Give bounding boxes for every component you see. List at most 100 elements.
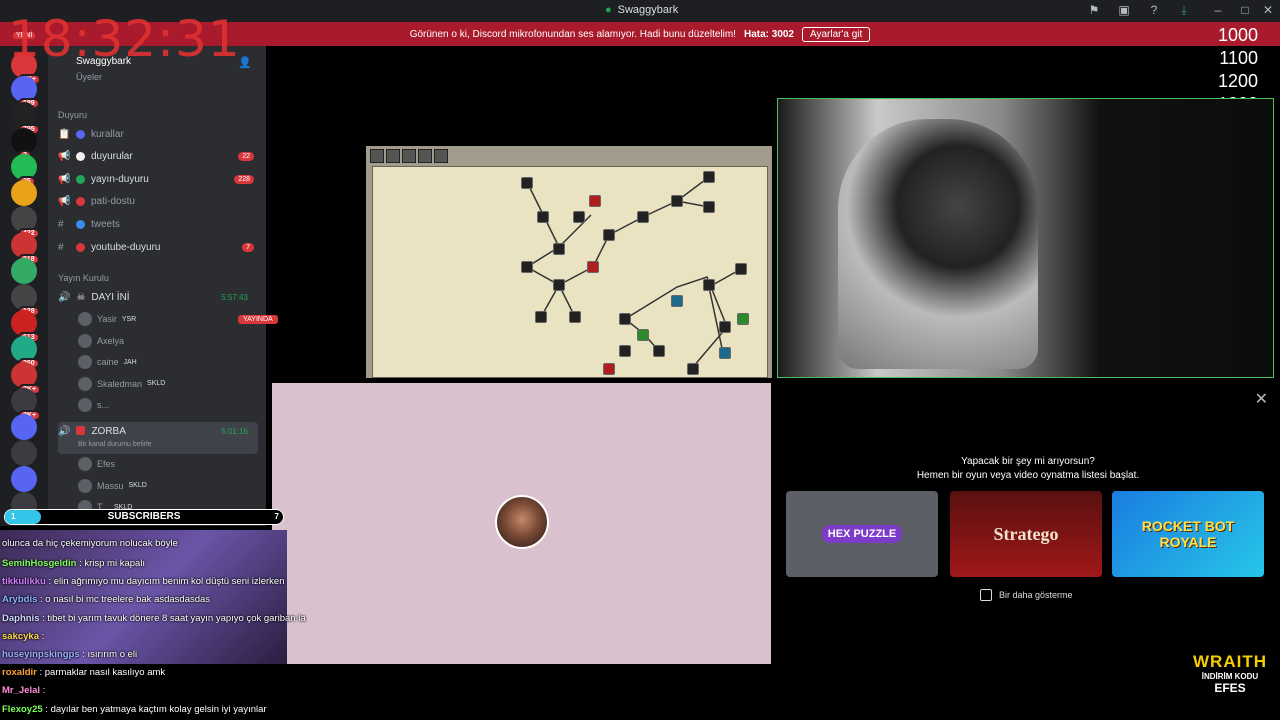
server-icon[interactable]: [11, 258, 37, 284]
user-tag: SKLD: [147, 380, 166, 387]
error-code: Hata: 3002: [743, 28, 794, 40]
flag-icon: [76, 426, 86, 435]
server-icon[interactable]: 818: [11, 232, 40, 265]
channel-name: tweets: [91, 218, 120, 230]
channel-tweets[interactable]: # tweets: [58, 214, 258, 234]
server-icon[interactable]: 689: [11, 76, 40, 109]
channel-yayın-duyuru[interactable]: 📢 yayın-duyuru 228: [58, 169, 258, 189]
chat-message: tikkulikku : elin ağrımıyo mu dayıcım be…: [2, 576, 284, 587]
chat-username: SemihHosgeldin: [2, 558, 77, 569]
participant-avatar[interactable]: [495, 495, 549, 549]
voice-channel-zorba[interactable]: 🔊 ZORBA 5:01:16 Bir kanal durumu belirle: [58, 422, 258, 454]
channel-emoji-icon: [76, 197, 85, 207]
channel-emoji-icon: [76, 242, 85, 252]
voice-user-name: s...: [97, 400, 110, 410]
server-icon[interactable]: [11, 466, 37, 492]
game-card-rocket-bot-royale[interactable]: ROCKET BOT ROYALE: [1112, 491, 1264, 577]
settings-button[interactable]: Ayarlar'a git: [802, 26, 871, 42]
overlay-number: 1100: [1219, 48, 1258, 68]
avatar: [78, 333, 92, 348]
maximize-button[interactable]: □: [1237, 3, 1253, 17]
dont-show-again-checkbox[interactable]: Bir daha gösterme: [980, 589, 1073, 601]
members-link[interactable]: Üyeler: [76, 72, 102, 82]
subscribers-label: SUBSCRIBERS: [107, 511, 181, 522]
server-icon[interactable]: 2K+: [11, 362, 42, 395]
help-icon[interactable]: ?: [1146, 3, 1162, 17]
unread-badge: 7: [242, 242, 254, 252]
overlay-clock: 18:32:31: [8, 10, 241, 68]
channel-list: Swaggybark Üyeler 👤 Duyuru Yayın Kurulu …: [48, 46, 278, 526]
channel-kurallar[interactable]: 📋 kurallar: [58, 124, 258, 144]
minimize-button[interactable]: –: [1210, 3, 1226, 17]
subscribers-current: 1: [11, 512, 16, 521]
game-card-hex-puzzle[interactable]: HEX PUZZLE: [786, 491, 938, 577]
server-icon[interactable]: [11, 414, 37, 440]
channel-pati-dostu[interactable]: 📢 pati-dostu: [58, 192, 258, 212]
speaker-icon: 🔊: [58, 291, 71, 303]
checkbox-box[interactable]: [980, 589, 992, 601]
voice-channel-timer: 5:01:16: [221, 427, 248, 436]
server-icon[interactable]: 25: [11, 154, 37, 187]
call-participant-panel[interactable]: [272, 383, 771, 664]
server-icon[interactable]: [11, 440, 37, 466]
server-icon[interactable]: 2: [11, 128, 37, 161]
channel-name: yayın-duyuru: [91, 173, 149, 185]
server-icon[interactable]: 260: [11, 336, 40, 369]
voice-channel-dayi-ini[interactable]: 🔊 ☠ DAYI İNİ 5:57:43: [58, 287, 258, 307]
server-icon[interactable]: 795: [11, 102, 40, 135]
voice-user[interactable]: Skaledman SKLD: [78, 375, 165, 393]
overlay-number: 1200: [1217, 71, 1258, 91]
voice-user[interactable]: Massu SKLD: [78, 477, 147, 495]
subscribers-goal-bar: 1 SUBSCRIBERS 7: [4, 509, 284, 525]
channel-duyurular[interactable]: 📢 duyurular 22: [58, 147, 258, 167]
channel-emoji-icon: [76, 219, 85, 229]
tech-tree-lines: [525, 176, 742, 368]
discount-code: EFES: [1214, 681, 1246, 695]
channel-youtube-duyuru[interactable]: # youtube-duyuru 7: [58, 237, 258, 257]
chat-message: sakcyka :: [2, 631, 44, 642]
server-icon[interactable]: 128: [11, 284, 40, 317]
speaker-icon: 🔊: [58, 426, 71, 437]
voice-user[interactable]: Axelya: [78, 332, 124, 350]
screen-share-icon[interactable]: ▣: [1116, 3, 1132, 17]
tree-tabs[interactable]: [370, 149, 448, 163]
inbox-icon[interactable]: ⚑: [1086, 3, 1102, 17]
voice-user[interactable]: Efes: [78, 455, 115, 473]
channel-type-icon: #: [58, 218, 64, 230]
channel-status[interactable]: Bir kanal durumu belirle: [78, 441, 152, 448]
avatar: [78, 478, 92, 493]
game-title: Stratego: [993, 523, 1059, 544]
channel-emoji-icon: [76, 152, 85, 162]
discount-code-label: İNDİRİM KODU: [1201, 672, 1259, 681]
chat-text: : o nasıl bi mc treelere bak asdasdasdas: [37, 594, 211, 606]
chat-text: : tibet bi yarım tavuk dönere 8 saat yay…: [39, 612, 306, 624]
sponsor-logo: WRAITH İNDİRİM KODU EFES: [1188, 652, 1272, 695]
user-tag: SKLD: [128, 482, 147, 489]
category-duyuru[interactable]: Duyuru: [58, 110, 87, 120]
activity-subheading: Hemen bir oyun veya video oynatma listes…: [916, 470, 1140, 481]
live-badge: YAYINDA: [238, 314, 278, 324]
server-icon[interactable]: [11, 180, 37, 206]
voice-user[interactable]: Yasir YSR YAYINDA: [78, 310, 278, 328]
server-icon[interactable]: 422: [11, 206, 40, 239]
voice-user[interactable]: caine JAH: [78, 353, 137, 371]
voice-user[interactable]: s...: [78, 396, 109, 414]
tech-tree-paper: [372, 166, 768, 378]
channel-type-icon: #: [58, 241, 64, 253]
skull-icon: ☠: [76, 291, 86, 303]
chat-username: sakcyka: [2, 630, 39, 642]
game-title: HEX PUZZLE: [821, 525, 903, 543]
game-card-stratego[interactable]: Stratego: [950, 491, 1102, 577]
close-button[interactable]: ✕: [1260, 3, 1276, 17]
chat-message: roxaldir : parmaklar nasıl kasılıyo amk: [2, 667, 165, 678]
close-icon[interactable]: ✕: [1255, 389, 1268, 409]
voice-user-name: Skaledman: [97, 378, 143, 389]
download-icon[interactable]: ⤓: [1176, 3, 1192, 18]
server-icon[interactable]: 2K+: [11, 388, 42, 421]
channel-name: kurallar: [91, 128, 124, 140]
avatar: [78, 312, 92, 326]
chat-text: : dayılar ben yatmaya kaçtım kolay gelsi…: [42, 703, 267, 715]
server-icon[interactable]: 613: [11, 310, 40, 343]
category-yayin[interactable]: Yayın Kurulu: [58, 273, 109, 283]
chat-username: tikkulikku: [2, 576, 46, 588]
